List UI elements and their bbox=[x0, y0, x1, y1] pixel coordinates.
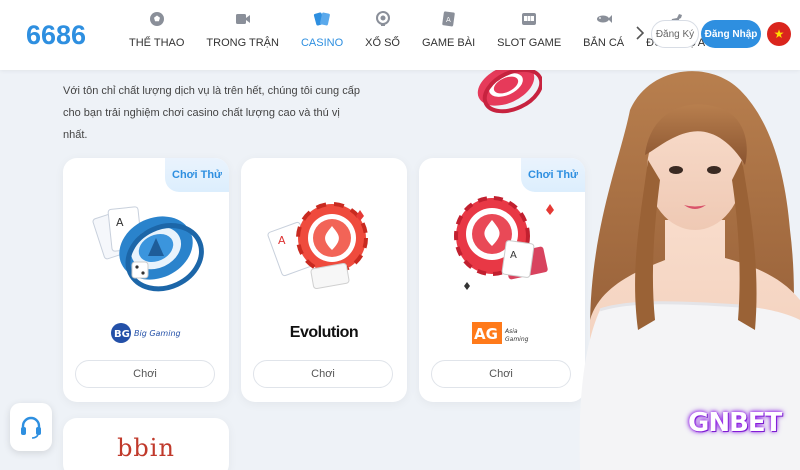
brand-logo-big-gaming: BG Big Gaming bbox=[63, 318, 229, 348]
nav-label: BẮN CÁ bbox=[583, 37, 625, 49]
nav-item-trong-tran[interactable]: TRONG TRẬN bbox=[195, 0, 290, 70]
svg-text:A: A bbox=[116, 216, 124, 229]
fish-icon bbox=[595, 10, 613, 28]
game-card-evolution[interactable]: A Evolution Chơi bbox=[241, 158, 407, 402]
nav-item-the-thao[interactable]: THỂ THAO bbox=[118, 0, 195, 70]
video-icon bbox=[234, 10, 252, 28]
top-header: 6686 THỂ THAO TRONG TRẬN CASINO XỔ SỐ A … bbox=[0, 0, 800, 70]
blue-chip-cards-icon: A bbox=[86, 186, 206, 306]
svg-text:A: A bbox=[446, 16, 451, 24]
nav-item-slot-game[interactable]: SLOT GAME bbox=[486, 0, 572, 70]
nav-label: CASINO bbox=[300, 37, 344, 49]
svg-text:Gaming: Gaming bbox=[505, 336, 529, 343]
brand-logo-evolution: Evolution bbox=[289, 324, 359, 341]
nav-label: XỔ SỐ bbox=[365, 37, 400, 49]
play-button[interactable]: Chơi bbox=[75, 360, 215, 388]
soccer-ball-icon bbox=[148, 10, 166, 28]
game-card-bbin[interactable]: bbin bbox=[63, 418, 229, 470]
lottery-icon bbox=[374, 10, 392, 28]
nav-label: THỂ THAO bbox=[129, 37, 185, 49]
login-button[interactable]: Đăng Nhập bbox=[701, 20, 761, 48]
nav-item-ban-ca[interactable]: BẮN CÁ bbox=[572, 0, 635, 70]
nav-item-casino[interactable]: CASINO bbox=[290, 0, 354, 70]
watermark-logo: GNBET bbox=[688, 408, 782, 438]
game-card-big-gaming[interactable]: Chơi Thử A BG Big Gaming Chơi bbox=[63, 158, 229, 402]
svg-text:A: A bbox=[278, 234, 286, 247]
card-game-icon: A bbox=[440, 10, 458, 28]
cards-icon bbox=[313, 10, 331, 28]
svg-text:AG: AG bbox=[474, 325, 498, 343]
play-button[interactable]: Chơi bbox=[253, 360, 393, 388]
nav-label: GAME BÀI bbox=[421, 37, 476, 49]
chevron-right-icon[interactable] bbox=[636, 26, 645, 43]
nav-label: TRONG TRẬN bbox=[206, 37, 279, 49]
nav-item-xo-so[interactable]: XỔ SỐ bbox=[354, 0, 411, 70]
red-chip-cards-icon: A bbox=[442, 186, 562, 306]
svg-text:Big Gaming: Big Gaming bbox=[134, 329, 181, 338]
main-nav: THỂ THAO TRONG TRẬN CASINO XỔ SỐ A GAME … bbox=[118, 0, 716, 70]
casino-intro-text: Với tôn chỉ chất lượng dịch vụ là trên h… bbox=[63, 85, 360, 141]
play-button[interactable]: Chơi bbox=[431, 360, 571, 388]
svg-text:A: A bbox=[510, 250, 517, 261]
slot-machine-icon bbox=[520, 10, 538, 28]
brand-logo-bbin: bbin bbox=[117, 434, 175, 462]
nav-label: SLOT GAME bbox=[497, 37, 562, 49]
nav-item-game-bai[interactable]: A GAME BÀI bbox=[411, 0, 486, 70]
site-logo[interactable]: 6686 bbox=[26, 20, 86, 51]
svg-text:Asia: Asia bbox=[504, 328, 518, 335]
customer-support-button[interactable] bbox=[10, 403, 52, 451]
vietnam-flag-icon[interactable]: ★ bbox=[767, 22, 791, 46]
red-chip-cards-icon: A bbox=[264, 186, 384, 306]
headset-icon bbox=[21, 416, 41, 439]
svg-text:BG: BG bbox=[114, 329, 130, 340]
register-button[interactable]: Đăng Ký bbox=[651, 20, 699, 48]
